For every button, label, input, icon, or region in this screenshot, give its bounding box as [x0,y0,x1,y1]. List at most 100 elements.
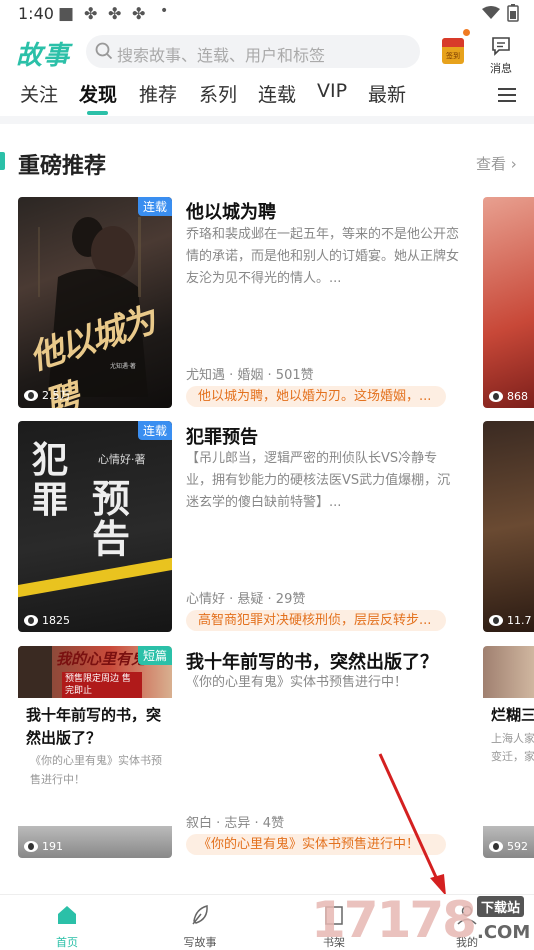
chevron-right-icon: › [510,155,517,173]
status-time: 1:40 [18,4,54,23]
cover-title-art-left: 犯罪 [32,440,69,521]
search-bar[interactable]: 搜索故事、连载、用户和标签 [86,35,420,68]
book-title[interactable]: 犯罪预告 [186,423,258,449]
nav-write-label: 写故事 [183,936,217,949]
book-meta: 心情好 · 悬疑 · 29赞 [186,592,306,607]
short-story-title: 我十年前写的书，突然出版了？ [26,706,162,747]
view-more-link[interactable]: 查看 › [476,153,517,174]
next-short-desc-line: 变迁，家 [491,750,534,763]
annotation-arrow [378,753,446,896]
next-short-footer: 592 [483,826,534,858]
eye-icon [489,841,503,852]
more-notifications-dot-icon: • [160,3,169,19]
tab-serial[interactable]: 连载 [258,80,296,107]
view-count: 1825 [24,614,70,627]
status-bar: 1:40 ■ ✤ ✤ ✤ • [0,0,534,28]
book-meta: 尤知遇 · 婚姻 · 501赞 [186,368,314,383]
short-badge: 短篇 [137,646,172,665]
cover-author: 心情好·著 [98,453,146,466]
book-highlight: 高智商犯罪对决硬核刑侦，层层反转步... [186,610,446,631]
home-icon [58,906,76,924]
short-story-desc: 《你的心里有鬼》实体书预售进行中！ [30,754,162,786]
battery-icon [507,4,519,22]
tab-latest[interactable]: 最新 [368,80,406,107]
tab-recommend[interactable]: 推荐 [139,80,177,107]
view-count-value: 592 [507,840,528,853]
nav-home[interactable]: 首页 [35,903,99,950]
section-title: 重磅推荐 [18,154,107,179]
wifi-icon [482,6,500,19]
view-count: 592 [489,840,528,853]
section-accent-bar [0,152,5,170]
book-cover[interactable]: 他以城为聘 尤知遇·著 连载 2.5万 [18,197,172,408]
cover-author: 尤知遇·著 [110,363,136,370]
view-count-value: 868 [507,390,528,403]
section-divider [0,116,534,124]
tab-series[interactable]: 系列 [199,80,237,107]
book-description: 乔珞和裴成邺在一起五年，等来的不是他公开恋情的承诺，而是他和别人的订婚宴。她从正… [186,227,460,286]
site-watermark: 17178 下载站 .COM [305,888,534,950]
cover-title-art: 我的心里有鬼 [56,650,147,668]
category-tabs: 关注 发现 推荐 系列 连载 VIP 最新 [0,78,534,118]
notification-square-icon: ■ [58,4,75,24]
notification-dot [463,29,470,36]
tab-scroll-fade [455,78,485,114]
watermark-number: 17178 [311,891,477,949]
short-story-footer: 191 [18,826,172,858]
next-book-cover[interactable]: 11.7 [483,421,534,632]
messages-label: 消息 [490,62,512,75]
tab-follow[interactable]: 关注 [20,80,58,107]
eye-icon [489,391,503,402]
next-short-desc-line: 上海人家 [491,732,534,745]
view-more-label: 查看 [476,155,507,173]
short-story-card[interactable]: 我的心里有鬼 预售限定周边 售完即止 短篇 我十年前写的书，突然出版了？ 《你的… [18,646,172,858]
next-short-cover[interactable] [483,646,534,698]
feather-icon [192,905,208,925]
book-description: 《你的心里有鬼》实体书预售进行中！ [186,675,408,690]
book-meta: 叙白 · 志异 · 4赞 [186,816,285,831]
checkin-redpacket-button[interactable]: 签到 [442,38,464,64]
view-count-value: 1825 [42,614,70,627]
next-book-cover[interactable]: 868 [483,197,534,408]
book-cover[interactable]: 犯罪 预告 心情好·著 连载 1825 [18,421,172,632]
tab-vip[interactable]: VIP [317,80,347,102]
police-tape [18,555,172,599]
view-count-value: 191 [42,840,63,853]
next-short-title: 烂糊三 [491,706,534,724]
tab-discover[interactable]: 发现 [79,80,117,107]
cover-figure [18,646,52,698]
menu-icon[interactable] [498,88,518,104]
serial-badge: 连载 [137,197,172,216]
book-title[interactable]: 他以城为聘 [186,198,276,224]
view-count: 868 [489,390,528,403]
watermark-domain: .COM [477,922,531,943]
search-icon [95,42,113,60]
active-tab-indicator [87,111,108,115]
view-count: 191 [24,840,63,853]
next-short-desc: 上海人家变迁，家 [491,730,534,766]
search-placeholder: 搜索故事、连载、用户和标签 [117,46,326,65]
nav-write[interactable]: 写故事 [168,903,232,950]
message-icon [492,37,510,56]
pinwheel-icon: ✤ [132,4,146,23]
book-description: 【吊儿郎当，逻辑严密的刑侦队长VS冷静专业，拥有钞能力的硬核法医VS武力值爆棚，… [186,451,451,510]
nav-home-label: 首页 [56,936,78,949]
eye-icon [24,841,38,852]
checkin-label: 签到 [446,52,460,60]
eye-icon [24,615,38,626]
cover-title-art-right: 预告 [92,477,131,561]
eye-icon [489,615,503,626]
view-count-value: 11.7 [507,614,532,627]
view-count-value: 2.5万 [42,389,71,402]
serial-badge: 连载 [137,421,172,440]
messages-button[interactable]: 消息 [484,36,518,75]
eye-icon [24,389,38,401]
book-highlight: 他以城为聘，她以婚为刃。这场婚姻，... [186,386,446,407]
book-title[interactable]: 我十年前写的书，突然出版了？ [186,648,438,674]
pinwheel-icon: ✤ [84,4,98,23]
view-count: 2.5万 [24,387,71,403]
app-logo[interactable]: 故事 [16,35,70,72]
pinwheel-icon: ✤ [108,4,122,23]
cover-promo-tag: 预售限定周边 售完即止 [62,672,142,698]
view-count: 11.7 [489,614,532,627]
